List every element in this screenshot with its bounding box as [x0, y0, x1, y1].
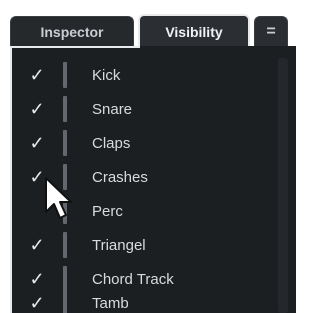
tab-visibility-label: Visibility	[165, 24, 223, 40]
track-row-claps[interactable]: ✓ Claps	[12, 126, 274, 160]
track-row-snare[interactable]: ✓ Snare	[12, 92, 274, 126]
panel-menu-button[interactable]: =	[254, 16, 288, 46]
track-name: Tamb	[92, 294, 129, 312]
tab-inspector-label: Inspector	[40, 23, 104, 40]
track-row-triangel[interactable]: ✓ Triangel	[12, 228, 274, 262]
mouse-pointer-icon	[45, 177, 72, 219]
visibility-checkmark-icon[interactable]: ✓	[28, 293, 46, 313]
track-color-bar	[63, 232, 67, 258]
track-color-bar	[63, 290, 67, 313]
menu-icon: =	[266, 22, 276, 40]
tab-inspector[interactable]: Inspector	[10, 16, 134, 46]
track-color-bar	[63, 130, 67, 156]
visibility-checkmark-icon[interactable]: ✓	[28, 65, 46, 85]
track-name: Kick	[92, 66, 121, 84]
track-color-bar	[63, 62, 67, 88]
track-name: Triangel	[92, 236, 146, 254]
track-name: Snare	[92, 100, 133, 118]
visibility-panel: Inspector Visibility = ✓ Kick ✓ Snare ✓ …	[0, 0, 296, 313]
tab-bar: Inspector Visibility =	[0, 0, 296, 48]
track-name: Perc	[92, 202, 123, 220]
visibility-checkmark-icon[interactable]: ✓	[28, 99, 46, 119]
track-row-kick[interactable]: ✓ Kick	[12, 58, 274, 92]
visibility-checkmark-icon[interactable]: ✓	[28, 235, 46, 255]
track-name: Crashes	[92, 168, 148, 186]
tab-visibility[interactable]: Visibility	[138, 14, 250, 48]
visibility-checkmark-icon[interactable]: ✓	[28, 133, 46, 153]
track-name: Chord Track	[92, 270, 174, 288]
track-row-tamb[interactable]: ✓ Tamb	[12, 286, 274, 313]
scrollbar[interactable]	[278, 58, 288, 313]
track-name: Claps	[92, 134, 131, 152]
track-color-bar	[63, 96, 67, 122]
